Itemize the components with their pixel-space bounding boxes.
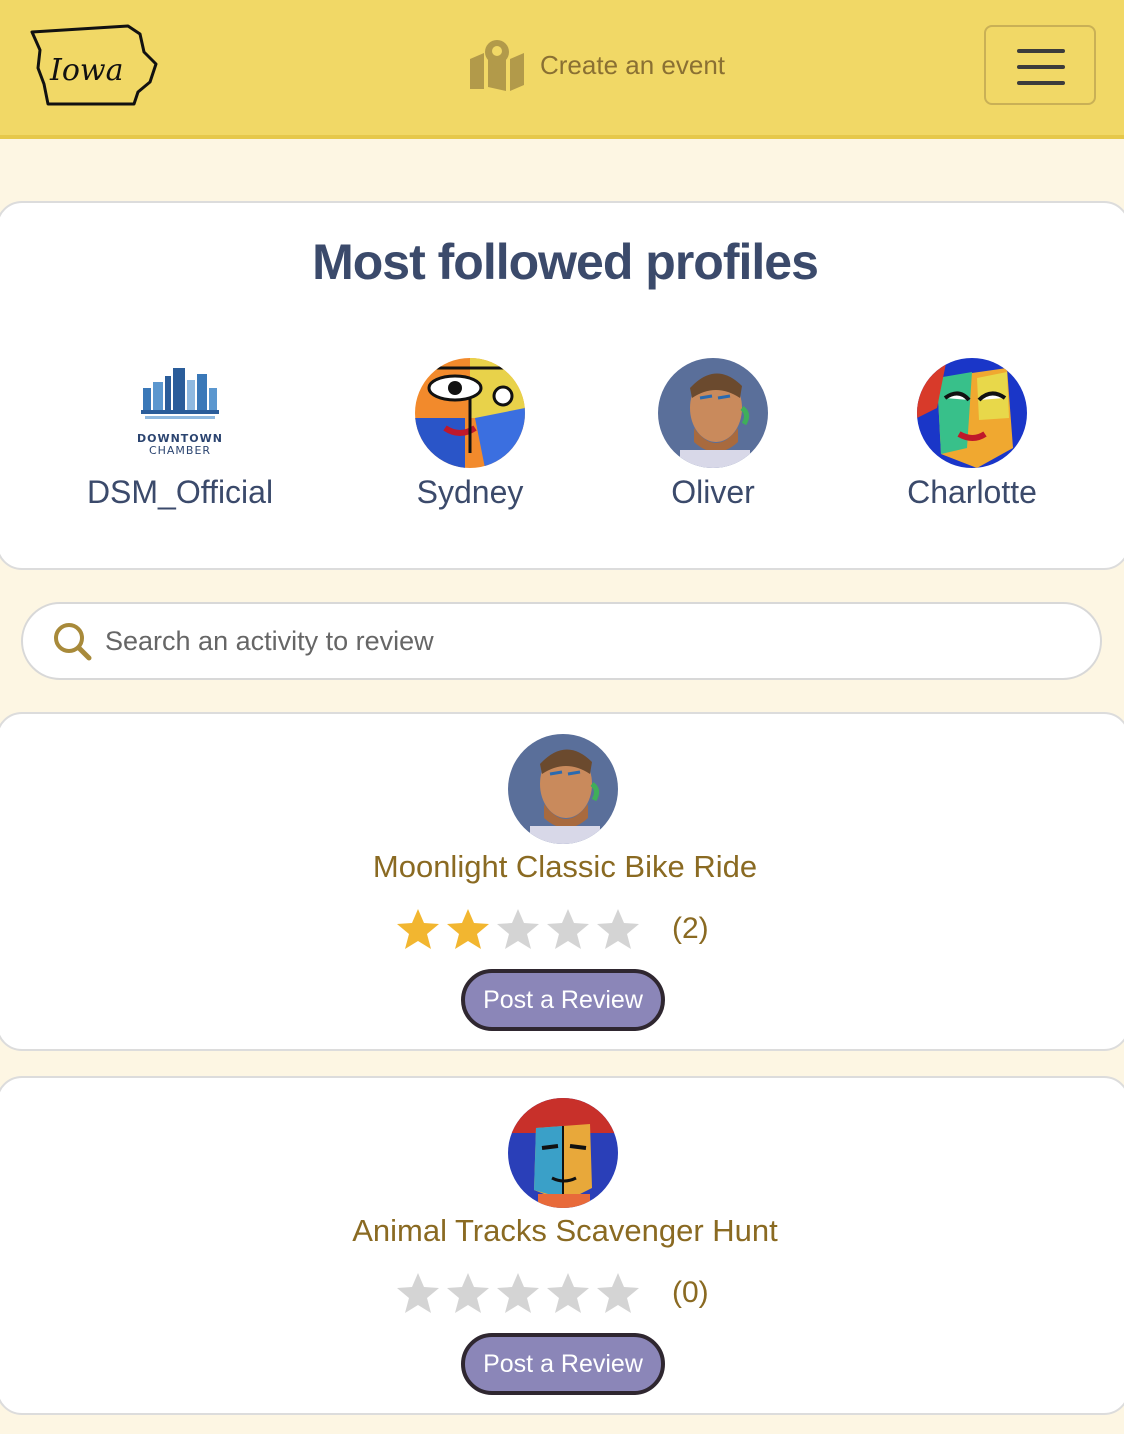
logo-text: CHAMBER [149,444,211,457]
profile-name: Sydney [416,474,524,510]
review-count: (2) [672,912,709,945]
post-review-button[interactable]: Post a Review [461,1333,665,1395]
star-empty-icon[interactable] [496,1271,540,1315]
star-rating[interactable]: (0) [396,1271,709,1315]
profile-dsm-official[interactable]: DOWNTOWN CHAMBER DSM_Official [60,358,300,511]
profile-name: Charlotte [907,474,1037,510]
star-empty-icon[interactable] [596,907,640,951]
profile-oliver[interactable]: Oliver [593,358,833,511]
most-followed-profiles-card: Most followed profiles DOWNTOWN CHAMBER … [0,201,1124,570]
section-title: Most followed profiles [312,234,819,290]
profile-sydney[interactable]: Sydney [350,358,590,511]
cubist-face-art-image [415,358,525,468]
top-header: Iowa Create an event [0,0,1124,139]
activity-search-bar[interactable] [21,602,1102,680]
iowa-logo[interactable]: Iowa [28,22,158,108]
search-icon [54,623,92,661]
avatar [508,734,618,844]
avatar [508,1098,618,1208]
post-review-button[interactable]: Post a Review [461,969,665,1031]
star-filled-icon[interactable] [446,907,490,951]
profile-name: Oliver [671,474,755,510]
menu-bar-middle [1017,65,1065,69]
avatar [415,358,525,468]
activity-title[interactable]: Moonlight Classic Bike Ride [0,849,1124,885]
star-rating[interactable]: (2) [396,907,709,951]
avatar: DOWNTOWN CHAMBER [125,358,235,468]
star-empty-icon[interactable] [446,1271,490,1315]
painted-portrait-art-image [508,734,618,844]
avatar [917,358,1027,468]
menu-bar-bottom [1017,81,1065,85]
search-input[interactable] [105,625,1005,657]
logo-text: Iowa [49,53,123,88]
star-empty-icon[interactable] [546,907,590,951]
star-empty-icon[interactable] [596,1271,640,1315]
hamburger-menu-button[interactable] [984,25,1096,105]
activity-card: Moonlight Classic Bike Ride (2) Post a R… [0,712,1124,1051]
activity-title[interactable]: Animal Tracks Scavenger Hunt [0,1213,1124,1249]
hamburger-menu-icon [1017,49,1065,53]
activity-card: Animal Tracks Scavenger Hunt (0) Post a … [0,1076,1124,1415]
star-empty-icon[interactable] [396,1271,440,1315]
star-empty-icon[interactable] [496,907,540,951]
profile-charlotte[interactable]: Charlotte [852,358,1092,511]
profile-name: DSM_Official [86,474,274,510]
avatar [658,358,768,468]
painted-portrait-art-image [658,358,768,468]
create-event-label: Create an event [540,49,726,80]
downtown-chamber-logo: DOWNTOWN CHAMBER [137,368,222,457]
cubist-man-art-image [508,1098,618,1208]
create-event-link[interactable]: Create an event [468,38,725,92]
star-filled-icon[interactable] [396,907,440,951]
review-count: (0) [672,1276,709,1309]
colorful-face-art-image [917,358,1027,468]
star-empty-icon[interactable] [546,1271,590,1315]
map-pin-icon [470,40,524,91]
